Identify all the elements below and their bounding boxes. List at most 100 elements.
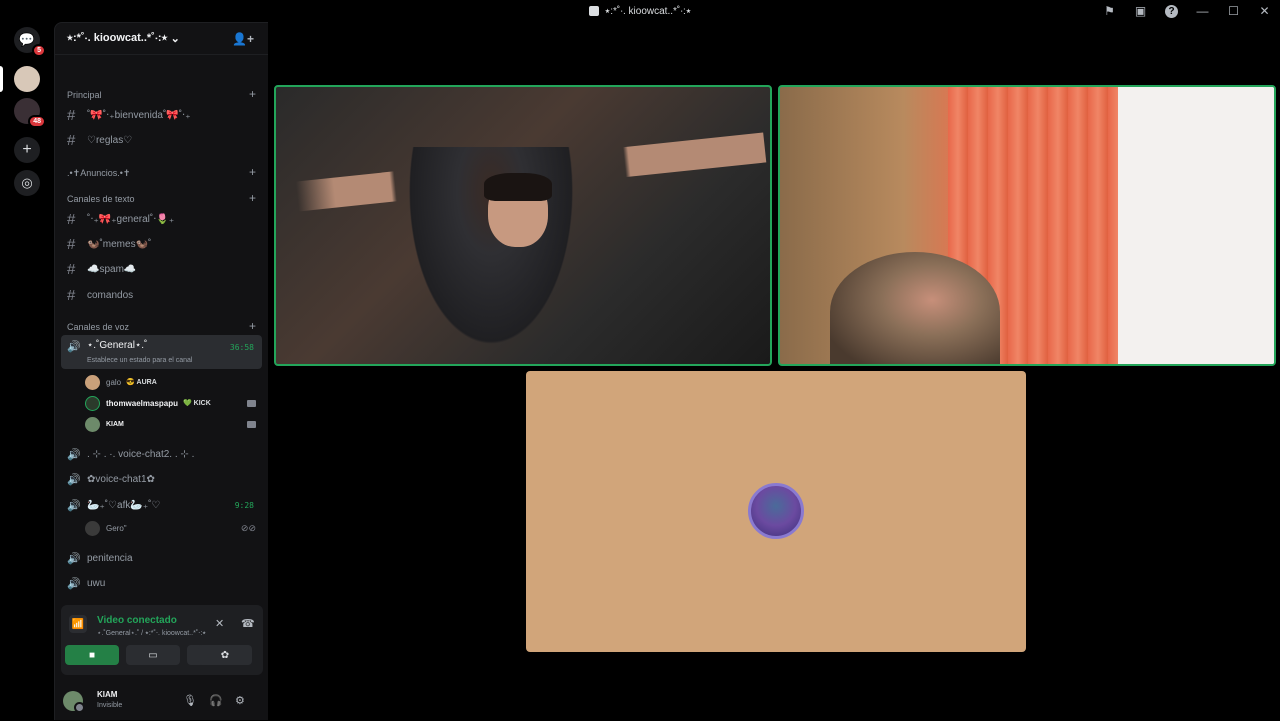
voice-channel-1[interactable]: 🔊 ✿voice-chat1✿ — [61, 468, 262, 490]
member-name: galo — [106, 377, 122, 387]
guild-name: ⭑:*˚‧. kioowcat..*˚‧:⭑ — [67, 32, 168, 44]
close-button[interactable]: ✕ — [1249, 0, 1280, 22]
voice-member-thomwaelmaspapu[interactable]: thomwaelmaspapu 💚 KICK — [85, 394, 256, 412]
channel-spam[interactable]: # ☁️spam☁️ — [61, 258, 262, 280]
avatar — [85, 374, 100, 390]
channel-sidebar: ⭑:*˚‧. kioowcat..*˚‧:⭑ ⌄ 👤+ Principal + #… — [54, 22, 268, 720]
flag-icon[interactable]: ⚑ — [1094, 0, 1125, 22]
channel-label: ˚🎀˚‧₊bienvenida˚🎀˚‧₊ — [87, 109, 191, 121]
minimize-button[interactable]: — — [1187, 0, 1218, 22]
user-name[interactable]: KIAM — [97, 690, 117, 699]
server-icon-2[interactable]: 48 — [14, 98, 46, 128]
channel-label: uwu — [87, 577, 106, 589]
member-name: Gero" — [106, 523, 127, 533]
user-avatar[interactable] — [63, 690, 85, 713]
camera-icon — [247, 420, 256, 428]
channel-label: . ⊹ . ·. voice-chat2. . ⊹ . — [87, 448, 195, 460]
add-channel-icon[interactable]: + — [249, 166, 256, 179]
disconnect-icon[interactable]: ☎ — [241, 617, 255, 630]
hash-icon: # — [67, 131, 76, 149]
category-label: Principal — [67, 90, 102, 100]
participant-avatar — [748, 483, 804, 539]
hash-icon: # — [67, 260, 76, 278]
voice-channel-penitencia[interactable]: 🔊 penitencia — [61, 547, 262, 569]
channel-bienvenida[interactable]: # ˚🎀˚‧₊bienvenida˚🎀˚‧₊ — [61, 104, 262, 126]
voice-channel-afk[interactable]: 🔊 🦢₊˚♡afk🦢₊˚♡ 9:28 — [61, 494, 262, 516]
hash-icon: # — [67, 106, 76, 124]
video-content — [830, 252, 1000, 364]
avatar — [85, 520, 100, 536]
speaker-icon: 🔊 — [67, 577, 81, 590]
server-icon-kioowcat[interactable] — [14, 66, 40, 92]
video-tile-participant-1[interactable] — [274, 85, 772, 366]
category-voz[interactable]: Canales de voz + — [67, 320, 256, 332]
voice-channel-general-active[interactable]: 🔊 ⋆.˚General⋆.˚ 36:58 Establece un estad… — [61, 335, 262, 369]
screen-share-button[interactable]: ▭ — [126, 645, 180, 665]
camera-button[interactable]: ■ — [65, 645, 119, 665]
avatar — [85, 416, 100, 432]
voice-member-kiam[interactable]: KIAM — [85, 415, 256, 433]
category-anuncios[interactable]: .•✝Anuncios.•✝ + — [67, 166, 256, 179]
noise-suppression-icon[interactable]: ✕ — [215, 617, 224, 630]
speaker-icon: 🔊 — [67, 448, 81, 461]
discord-home-icon[interactable]: 💬 5 — [14, 27, 46, 57]
voice-channel-uwu[interactable]: 🔊 uwu — [61, 572, 262, 594]
voice-channel-2[interactable]: 🔊 . ⊹ . ·. voice-chat2. . ⊹ . — [61, 443, 262, 465]
settings-gear-icon[interactable]: ⚙ — [235, 694, 245, 707]
add-channel-icon[interactable]: + — [249, 320, 256, 332]
microphone-icon[interactable]: 🎙 — [183, 694, 197, 707]
discover-icon[interactable]: ◎ — [14, 170, 40, 196]
channel-status-hint[interactable]: Establece un estado para el canal — [87, 357, 192, 364]
camera-icon — [247, 399, 256, 407]
add-channel-icon[interactable]: + — [249, 192, 256, 204]
member-name: KIAM — [106, 420, 124, 428]
hash-icon: # — [67, 235, 76, 253]
screen-share-icon[interactable]: ▣ — [1125, 0, 1156, 22]
headphones-icon[interactable]: 🎧 — [209, 694, 223, 707]
member-tag: 💚 KICK — [183, 400, 211, 407]
user-status: Invisible — [97, 702, 123, 709]
server-list: 💬 5 48 + ◎ — [0, 22, 54, 720]
video-stage — [268, 22, 1280, 720]
member-name: thomwaelmaspapu — [106, 398, 179, 408]
muted-deafened-icon: ⊘⊘ — [240, 522, 256, 533]
add-channel-icon[interactable]: + — [249, 88, 256, 100]
category-texto[interactable]: Canales de texto + — [67, 192, 256, 204]
category-label: Canales de texto — [67, 194, 135, 204]
video-content — [1118, 87, 1274, 364]
hash-icon: # — [67, 286, 76, 304]
channel-general[interactable]: # ˚‧₊🎀₊general˚‧🌷₊ — [61, 208, 262, 230]
channel-reglas[interactable]: # ♡reglas♡ — [61, 129, 262, 151]
speaker-icon: 🔊 — [67, 499, 81, 512]
voice-member-gero[interactable]: Gero" ⊘⊘ — [85, 519, 256, 537]
window-title-text: ⭑:*˚‧. kioowcat..*˚‧:⭑ — [604, 5, 692, 17]
notification-badge: 48 — [28, 115, 46, 128]
video-tile-participant-2[interactable] — [778, 85, 1276, 366]
voice-location[interactable]: ⋆.˚General⋆.˚ / ⭑:*˚‧. kioowcat..*˚‧:⭑ — [97, 629, 206, 638]
category-principal[interactable]: Principal + — [67, 88, 256, 100]
soundboard-button[interactable]: ✿ — [198, 645, 252, 665]
category-label: .•✝Anuncios.•✝ — [67, 168, 131, 178]
voice-status: Video conectado — [97, 615, 177, 626]
help-icon[interactable]: ? — [1165, 4, 1178, 18]
voice-timer: 9:28 — [234, 500, 254, 510]
channel-memes[interactable]: # 🦦˚memes🦦˚ — [61, 233, 262, 255]
video-tile-avatar-only[interactable] — [526, 371, 1026, 652]
guild-header[interactable]: ⭑:*˚‧. kioowcat..*˚‧:⭑ ⌄ 👤+ — [55, 23, 268, 55]
channel-label: ˚‧₊🎀₊general˚‧🌷₊ — [87, 213, 175, 225]
voice-member-galo[interactable]: galo 😎 AURA — [85, 373, 256, 391]
invite-icon[interactable]: 👤+ — [232, 32, 254, 46]
maximize-button[interactable]: ☐ — [1218, 0, 1249, 22]
add-server-icon[interactable]: + — [14, 137, 40, 163]
hash-icon: # — [67, 210, 76, 228]
channel-label: 🦢₊˚♡afk🦢₊˚♡ — [87, 499, 161, 511]
channel-comandos[interactable]: # comandos — [61, 284, 262, 306]
member-tag: 😎 AURA — [126, 379, 157, 386]
video-content — [396, 147, 586, 364]
channel-label: penitencia — [87, 552, 133, 564]
signal-icon[interactable]: 📶 — [69, 615, 87, 633]
channel-label: comandos — [87, 289, 134, 301]
channel-label: ✿voice-chat1✿ — [87, 473, 155, 485]
user-panel: KIAM Invisible 🎙 🎧 ⚙ — [55, 680, 269, 721]
server-icon — [588, 6, 599, 16]
